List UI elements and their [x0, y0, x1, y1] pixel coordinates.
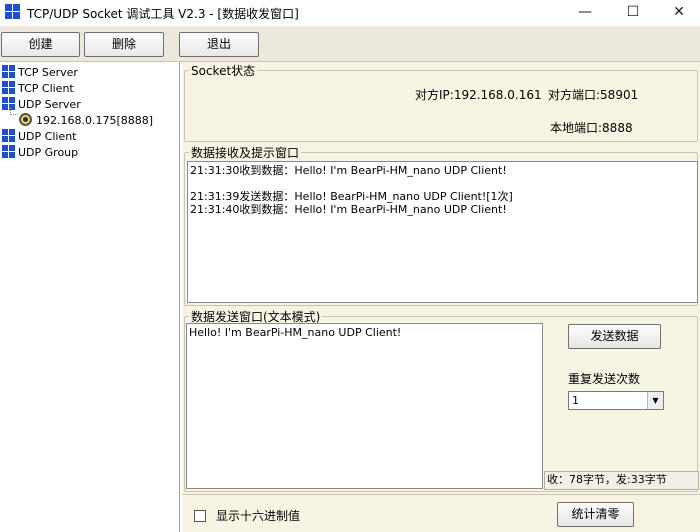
byte-stats: 收：78字节，发:33字节: [544, 471, 699, 490]
grid-icon: [2, 65, 15, 78]
grid-icon: [2, 81, 15, 94]
receive-legend: 数据接收及提示窗口: [191, 146, 300, 160]
session-icon: [19, 113, 32, 126]
receive-log[interactable]: 21:31:30收到数据：Hello! I'm BearPi-HM_nano U…: [187, 161, 698, 303]
minimize-button[interactable]: —: [562, 0, 608, 26]
bottom-bar: 显示十六进制值 统计清零: [182, 494, 700, 532]
chevron-down-icon[interactable]: ▼: [647, 392, 663, 409]
log-line: 21:31:39发送数据：Hello! BearPi-HM_nano UDP C…: [190, 190, 513, 203]
delete-button[interactable]: 删除: [84, 32, 164, 57]
maximize-button[interactable]: ☐: [610, 0, 656, 26]
exit-button[interactable]: 退出: [179, 32, 259, 57]
send-button[interactable]: 发送数据: [568, 324, 661, 349]
repeat-count-select[interactable]: 1 ▼: [568, 391, 664, 410]
tree-item-tcp-client[interactable]: TCP Client: [2, 81, 74, 97]
tree-item-udp-session[interactable]: 192.168.0.175[8888]: [19, 113, 153, 129]
clear-stats-button[interactable]: 统计清零: [557, 502, 634, 527]
send-input[interactable]: Hello! I'm BearPi-HM_nano UDP Client!: [186, 323, 543, 489]
local-port: 本地端口:8888: [550, 121, 633, 135]
title-bar: TCP/UDP Socket 调试工具 V2.3 - [数据收发窗口] — ☐ …: [0, 0, 700, 26]
remote-port: 对方端口:58901: [548, 88, 639, 102]
tree-item-udp-client[interactable]: UDP Client: [2, 129, 77, 145]
socket-status-legend: Socket状态: [191, 64, 256, 78]
close-button[interactable]: ✕: [656, 0, 700, 26]
create-button[interactable]: 创建: [1, 32, 80, 57]
window-title: TCP/UDP Socket 调试工具 V2.3 - [数据收发窗口]: [27, 7, 299, 21]
tree-item-udp-group[interactable]: UDP Group: [2, 145, 78, 161]
log-line: 21:31:30收到数据：Hello! I'm BearPi-HM_nano U…: [190, 164, 507, 177]
app-icon: [5, 4, 21, 20]
hex-checkbox[interactable]: [194, 510, 206, 522]
toolbar: 创建 删除 退出: [0, 26, 700, 62]
socket-tree: TCP Server TCP Client UDP Server 192.168…: [0, 62, 180, 532]
hex-label: 显示十六进制值: [216, 509, 301, 523]
grid-icon: [2, 145, 15, 158]
tree-connector: [10, 107, 18, 115]
log-line: 21:31:40收到数据：Hello! I'm BearPi-HM_nano U…: [190, 203, 507, 216]
remote-ip: 对方IP:192.168.0.161: [415, 88, 542, 102]
main-panel: Socket状态 对方IP:192.168.0.161 对方端口:58901 本…: [182, 62, 700, 532]
grid-icon: [2, 129, 15, 142]
tree-item-tcp-server[interactable]: TCP Server: [2, 65, 78, 81]
repeat-count-label: 重复发送次数: [568, 372, 641, 386]
